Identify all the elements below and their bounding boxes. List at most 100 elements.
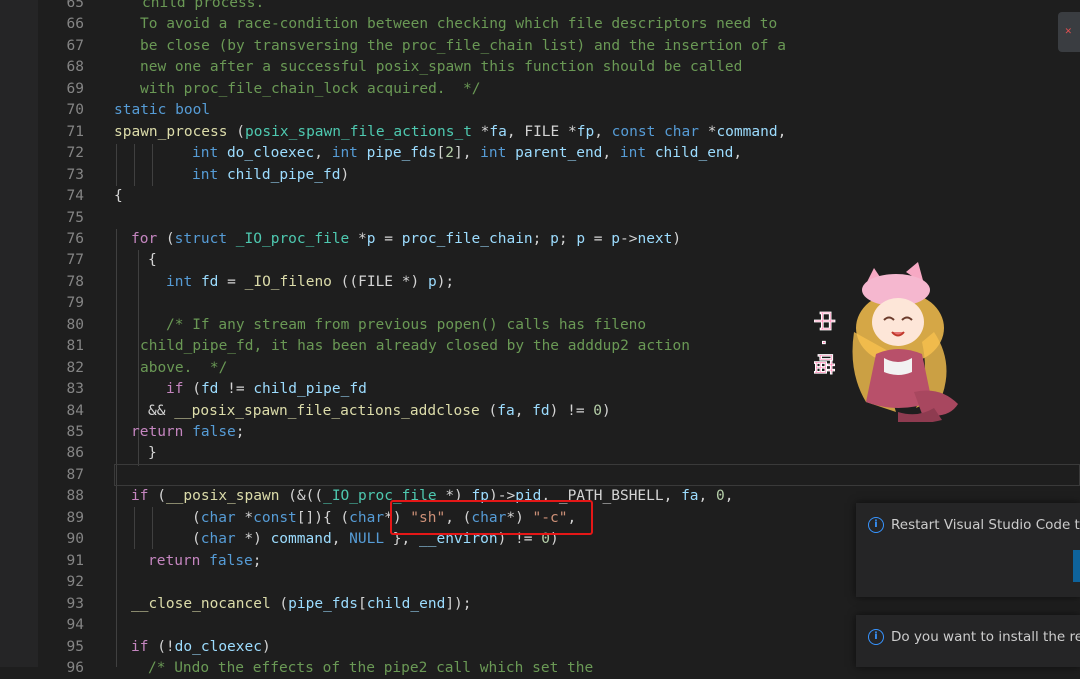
- code-token: above. */: [140, 359, 228, 376]
- code-token: *: [471, 123, 490, 140]
- line-code: /* If any stream from previous popen() c…: [166, 315, 646, 336]
- code-line[interactable]: 68 new one after a successful posix_spawn…: [38, 57, 1080, 78]
- code-token: parent_end: [515, 145, 603, 162]
- line-number: 82: [66, 359, 84, 376]
- code-token: next: [637, 230, 673, 247]
- code-token: *: [698, 123, 717, 140]
- code-token: ,: [514, 402, 533, 419]
- code-token: p: [576, 230, 586, 247]
- code-line[interactable]: 69 with proc_file_chain_lock acquired. */: [38, 79, 1080, 100]
- code-token: fd: [200, 381, 219, 398]
- code-token: ,: [724, 488, 734, 505]
- editor-gutter-strip: [0, 0, 38, 667]
- code-line[interactable]: 74 {: [38, 186, 1080, 207]
- code-token: int: [480, 145, 507, 162]
- code-token: 2: [445, 145, 454, 162]
- code-token: proc_file_chain: [401, 230, 533, 247]
- code-token: fa: [489, 123, 507, 140]
- code-token: (: [192, 531, 201, 548]
- code-token: char: [200, 509, 236, 526]
- code-token: new one after a successful posix_spawn t…: [140, 59, 743, 76]
- code-line[interactable]: 73 int child_pipe_fd): [38, 165, 1080, 186]
- code-line[interactable]: 70 static bool: [38, 100, 1080, 121]
- code-token: , FILE *: [506, 123, 577, 140]
- line-number: 66: [66, 16, 84, 33]
- code-token: ) !=: [549, 402, 594, 419]
- info-icon: i: [868, 629, 884, 645]
- code-token: if: [131, 488, 149, 505]
- code-token: (: [183, 381, 201, 398]
- notification-action-button[interactable]: [1073, 550, 1080, 582]
- code-token: child_pipe_fd: [226, 166, 341, 183]
- sticker-text: 中 · 喵: [814, 310, 835, 375]
- notification-restart[interactable]: i Restart Visual Studio Code to: [856, 503, 1080, 597]
- corner-action-button[interactable]: ✕: [1058, 12, 1080, 52]
- code-line[interactable]: 85 return false;: [38, 422, 1080, 443]
- code-token: command: [270, 531, 332, 548]
- line-code: child_pipe_fd, it has been already close…: [140, 336, 690, 357]
- code-line[interactable]: 86}: [38, 443, 1080, 464]
- code-token: {: [148, 252, 157, 269]
- code-token: child_end: [366, 595, 446, 612]
- code-token: ): [261, 638, 271, 655]
- code-token: const: [253, 509, 297, 526]
- code-token: *): [235, 531, 271, 548]
- code-token: ;: [235, 424, 245, 440]
- code-token: [: [436, 145, 446, 162]
- info-icon: i: [868, 517, 884, 533]
- line-number: 67: [66, 37, 84, 54]
- line-number: 91: [66, 552, 84, 569]
- code-token: if: [166, 381, 184, 398]
- code-token: ]);: [445, 595, 472, 612]
- code-token: int: [192, 166, 219, 183]
- code-token: int: [331, 145, 358, 162]
- line-code: be close (by transversing the proc_file_…: [140, 36, 786, 57]
- notification-install-recommended[interactable]: i Do you want to install the rec: [856, 615, 1080, 667]
- code-token: child_end: [654, 145, 734, 162]
- code-token: false: [209, 552, 253, 569]
- code-token: =: [375, 230, 402, 247]
- code-token: );: [436, 273, 455, 290]
- line-code: {: [114, 186, 123, 207]
- code-token: ,: [733, 145, 743, 162]
- code-token: }: [148, 445, 157, 462]
- line-number: 89: [66, 509, 84, 526]
- code-line[interactable]: 67 be close (by transversing the proc_fil…: [38, 36, 1080, 57]
- code-token: *: [349, 230, 367, 247]
- code-token: ,: [698, 488, 717, 505]
- code-token: bool: [175, 102, 211, 119]
- code-token: [: [358, 595, 367, 612]
- code-token: ,: [602, 145, 620, 162]
- line-code: new one after a successful posix_spawn t…: [140, 57, 742, 78]
- line-code: if (fd != child_pipe_fd: [166, 379, 367, 400]
- code-token: return: [131, 424, 184, 440]
- code-token: p: [550, 230, 559, 247]
- line-code: spawn_process (posix_spawn_file_actions_…: [114, 122, 786, 143]
- line-code: return false;: [148, 551, 262, 572]
- line-number: 85: [66, 424, 84, 440]
- code-token: fa: [497, 402, 515, 419]
- code-token: ],: [453, 145, 481, 162]
- code-line[interactable]: 72 int do_cloexec, int pipe_fds[2], int p…: [38, 143, 1080, 164]
- line-code: To avoid a race-condition between checki…: [140, 14, 777, 35]
- code-line[interactable]: 65 child process.: [38, 0, 1080, 14]
- code-token: &&: [148, 402, 175, 419]
- code-token: ->: [620, 230, 638, 247]
- code-token: *: [235, 509, 254, 526]
- code-line[interactable]: 66 To avoid a race-condition between chec…: [38, 14, 1080, 35]
- code-line[interactable]: 76 for (struct _IO_proc_file *p = proc_fi…: [38, 229, 1080, 250]
- code-token: p: [366, 230, 376, 247]
- code-token: _IO_fileno: [244, 273, 332, 290]
- code-token: []){ (: [296, 509, 350, 526]
- code-line[interactable]: 71 spawn_process (posix_spawn_file_action…: [38, 122, 1080, 143]
- code-token: fa: [681, 488, 699, 505]
- code-token: static: [114, 102, 167, 119]
- line-code: int fd = _IO_fileno ((FILE *) p);: [166, 272, 454, 293]
- notification-message: Do you want to install the rec: [891, 629, 1080, 645]
- line-code: above. */: [140, 358, 227, 379]
- code-line[interactable]: 75: [38, 208, 1080, 229]
- code-token: {: [114, 188, 123, 205]
